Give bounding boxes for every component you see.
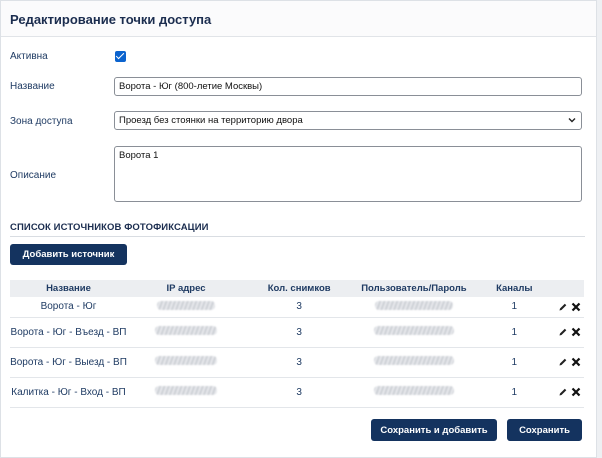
row-shots: 3 — [245, 377, 354, 408]
row-actions — [553, 377, 584, 408]
column-header-channels: Каналы — [474, 280, 554, 297]
row-shots: 3 — [245, 317, 354, 348]
row-actions — [553, 297, 584, 318]
table-row: Калитка - Юг - Вход - ВП 3 1 — [10, 377, 584, 408]
row-name: Калитка - Юг - Вход - ВП — [10, 377, 127, 408]
delete-x-icon[interactable] — [571, 327, 581, 337]
row-channels: 1 — [474, 347, 554, 378]
row-credentials-blurred — [353, 297, 475, 318]
row-ip-blurred — [126, 317, 246, 348]
row-credentials-blurred — [353, 377, 475, 408]
zone-select[interactable]: Проезд без стоянки на территорию двора — [114, 111, 582, 130]
chevron-down-icon — [568, 118, 576, 123]
row-actions — [553, 317, 584, 348]
row-ip-blurred — [126, 347, 246, 378]
row-credentials-blurred — [353, 347, 475, 378]
active-label: Активна — [10, 51, 48, 62]
row-actions — [553, 347, 584, 378]
table-header-row: Название IP адрес Кол. снимков Пользоват… — [10, 280, 584, 297]
table-row: Ворота - Юг - Выезд - ВП 3 1 — [10, 347, 584, 378]
section-divider — [10, 236, 585, 237]
zone-select-value: Проезд без стоянки на территорию двора — [119, 115, 303, 126]
sources-section-title: СПИСОК ИСТОЧНИКОВ ФОТОФИКСАЦИИ — [10, 222, 209, 233]
name-input[interactable]: Ворота - Юг (800-летие Москвы) — [114, 77, 582, 96]
active-checkbox[interactable] — [115, 51, 126, 62]
column-header-name: Название — [10, 280, 127, 297]
table-row: Ворота - Юг 3 1 — [10, 297, 584, 318]
row-shots: 3 — [245, 347, 354, 378]
description-textarea[interactable]: Ворота 1 — [114, 146, 582, 202]
row-ip-blurred — [126, 297, 246, 318]
add-source-button[interactable]: Добавить источник — [10, 244, 127, 265]
column-header-credentials: Пользователь/Пароль — [353, 280, 475, 297]
delete-x-icon[interactable] — [571, 387, 581, 397]
row-channels: 1 — [474, 317, 554, 348]
edit-access-point-panel: Редактирование точки доступа Активна Наз… — [0, 0, 597, 458]
delete-x-icon[interactable] — [571, 357, 581, 367]
row-name: Ворота - Юг - Въезд - ВП — [10, 317, 127, 348]
save-button[interactable]: Сохранить — [507, 419, 582, 441]
column-header-actions — [553, 280, 584, 297]
row-credentials-blurred — [353, 317, 475, 348]
zone-label: Зона доступа — [10, 116, 73, 127]
row-ip-blurred — [126, 377, 246, 408]
edit-pencil-icon[interactable] — [558, 357, 568, 367]
row-channels: 1 — [474, 297, 554, 318]
save-and-add-button[interactable]: Сохранить и добавить — [371, 419, 497, 441]
row-name: Ворота - Юг - Выезд - ВП — [10, 347, 127, 378]
table-row: Ворота - Юг - Въезд - ВП 3 1 — [10, 317, 584, 348]
delete-x-icon[interactable] — [571, 302, 581, 312]
column-header-ip: IP адрес — [126, 280, 246, 297]
page-title: Редактирование точки доступа — [10, 12, 212, 27]
row-name: Ворота - Юг — [10, 297, 127, 318]
edit-pencil-icon[interactable] — [558, 302, 568, 312]
row-channels: 1 — [474, 377, 554, 408]
sources-table: Название IP адрес Кол. снимков Пользоват… — [10, 280, 584, 408]
row-shots: 3 — [245, 297, 354, 318]
edit-pencil-icon[interactable] — [558, 387, 568, 397]
edit-pencil-icon[interactable] — [558, 327, 568, 337]
name-label: Название — [10, 81, 55, 92]
description-label: Описание — [10, 170, 57, 181]
column-header-shots: Кол. снимков — [245, 280, 354, 297]
panel-header: Редактирование точки доступа — [1, 1, 596, 37]
